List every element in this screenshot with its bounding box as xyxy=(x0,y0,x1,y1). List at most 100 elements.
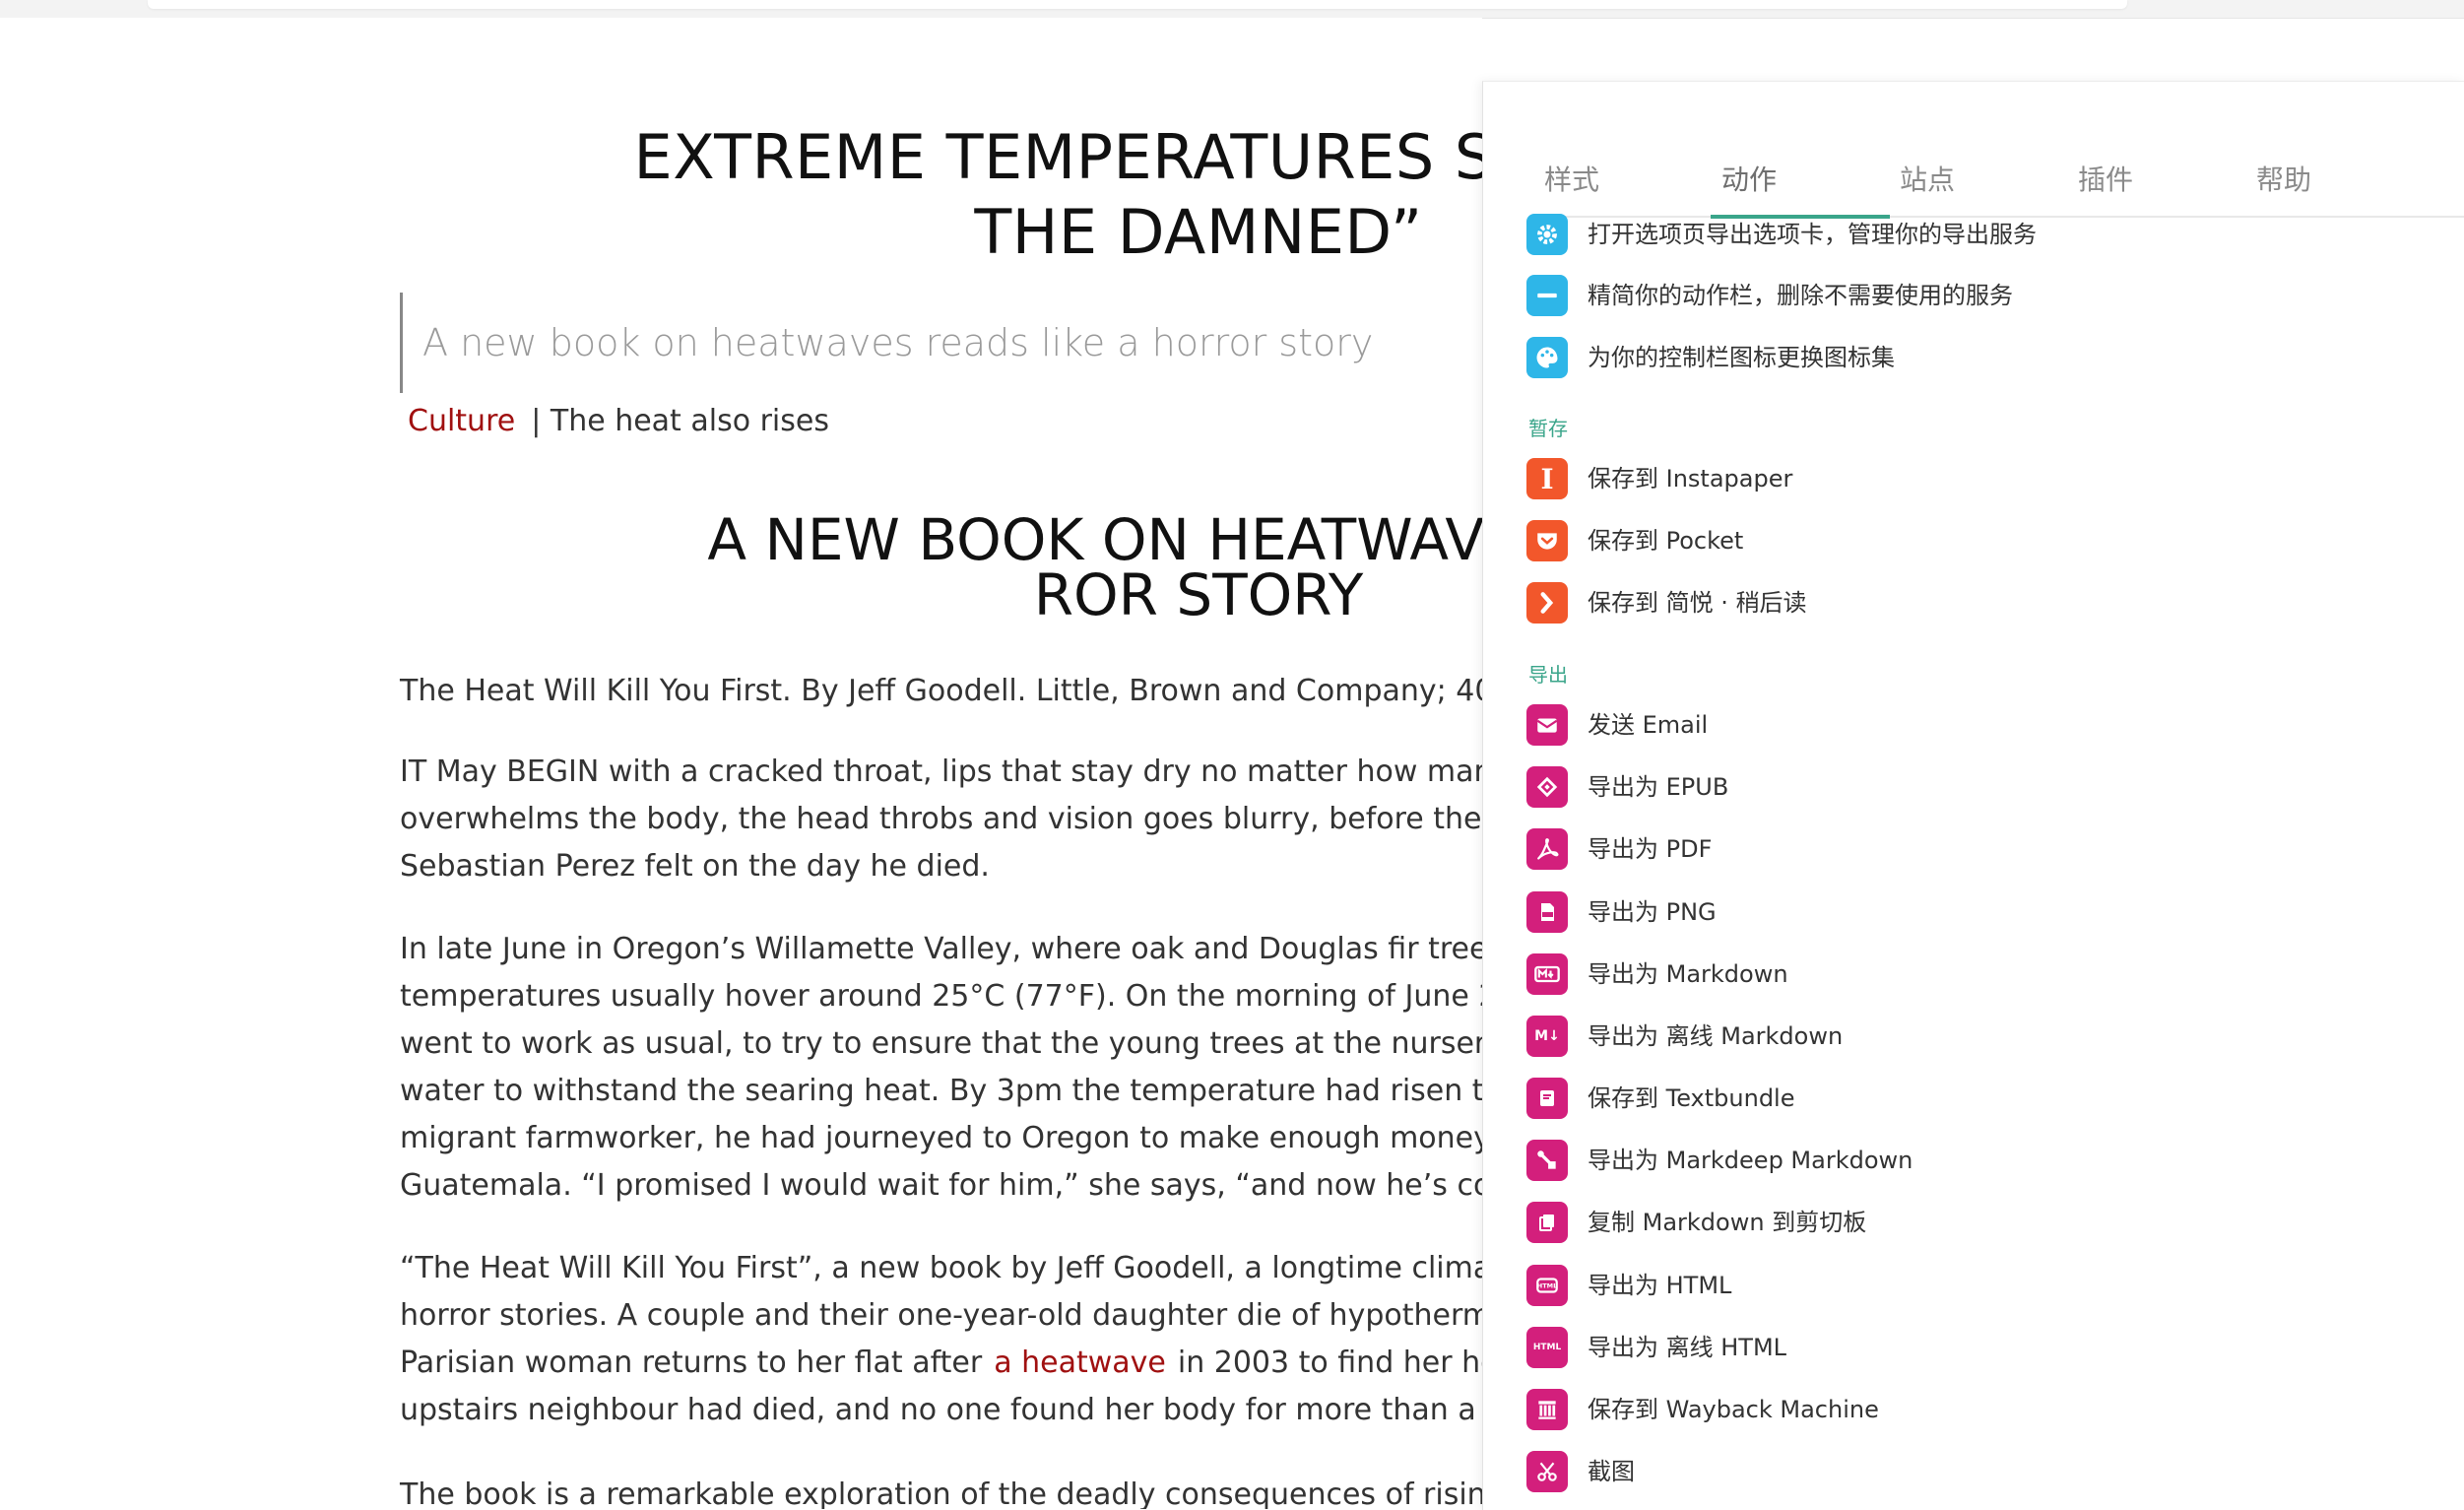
panel-tabs: 样式 动作 站点 插件 帮助 xyxy=(1483,82,2419,218)
wayback-icon xyxy=(1526,1389,1568,1430)
action-label: 导出为 PNG xyxy=(1588,898,1717,926)
action-offline-html[interactable]: HTML 导出为 离线 HTML xyxy=(1526,1322,1786,1373)
article-title: EXTREME TEMPERATURES SEPARATE THE DAMNED… xyxy=(400,120,1482,270)
markdeep-icon xyxy=(1526,1140,1568,1181)
action-label: 保存到 Textbundle xyxy=(1588,1084,1795,1112)
tab-plugins[interactable]: 插件 xyxy=(2017,161,2194,200)
action-markdown[interactable]: 导出为 Markdown xyxy=(1526,949,1788,1000)
section-title-save: 暂存 xyxy=(1528,417,1568,440)
action-label: 保存到 简悦 · 稍后读 xyxy=(1588,589,1807,617)
scissors-icon xyxy=(1526,1451,1568,1492)
action-label: 发送 Email xyxy=(1588,711,1709,739)
paragraph-2: IT May BEGIN with a cracked throat, lips… xyxy=(400,749,1482,890)
action-label: 精简你的动作栏，删除不需要使用的服务 xyxy=(1588,282,2013,309)
action-pdf[interactable]: 导出为 PDF xyxy=(1526,823,1712,875)
paragraph-1: The Heat Will Kill You First. By Jeff Go… xyxy=(400,674,1482,708)
browser-top-strip xyxy=(0,0,2464,19)
article-heading: A NEW BOOK ON HEATWAVES REA ROR STORY xyxy=(400,511,1482,624)
tab-sites[interactable]: 站点 xyxy=(1839,161,2016,200)
markdown-icon xyxy=(1526,953,1568,995)
browser-tab-strip xyxy=(148,0,2127,9)
action-label: 导出为 Markdown xyxy=(1588,960,1788,988)
epub-icon xyxy=(1526,766,1568,808)
action-label: 导出为 Markdeep Markdown xyxy=(1588,1147,1913,1174)
paragraph-line: overwhelms the body, the head throbs and… xyxy=(400,802,1482,836)
paragraph-line: temperatures usually hover around 25°C (… xyxy=(400,979,1482,1014)
action-png[interactable]: 导出为 PNG xyxy=(1526,886,1717,938)
action-label: 截图 xyxy=(1588,1458,1635,1485)
action-label: 保存到 Wayback Machine xyxy=(1588,1396,1879,1423)
pocket-icon xyxy=(1526,520,1568,561)
action-wayback[interactable]: 保存到 Wayback Machine xyxy=(1526,1384,1879,1435)
action-copy-markdown[interactable]: 复制 Markdown 到剪切板 xyxy=(1526,1197,1866,1248)
paragraph-line: IT May BEGIN with a cracked throat, lips… xyxy=(400,755,1482,789)
action-change-icons[interactable]: 为你的控制栏图标更换图标集 xyxy=(1526,332,1895,383)
section-title-export: 导出 xyxy=(1528,663,1568,687)
meta-separator: | xyxy=(531,404,542,438)
tab-style[interactable]: 样式 xyxy=(1483,161,1660,200)
action-screenshot[interactable]: 截图 xyxy=(1526,1446,1635,1497)
action-html[interactable]: HTML 导出为 HTML xyxy=(1526,1260,1731,1311)
email-icon xyxy=(1526,704,1568,746)
action-label: 导出为 PDF xyxy=(1588,835,1713,863)
action-label: 复制 Markdown 到剪切板 xyxy=(1588,1209,1867,1236)
paragraph-line: “The Heat Will Kill You First”, a new bo… xyxy=(400,1251,1482,1285)
paragraph-line: upstairs neighbour had died, and no one … xyxy=(400,1393,1482,1427)
action-instapaper[interactable]: I 保存到 Instapaper xyxy=(1526,453,1792,504)
action-email[interactable]: 发送 Email xyxy=(1526,699,1708,751)
gear-icon xyxy=(1526,214,1568,255)
paragraph-3: In late June in Oregon’s Willamette Vall… xyxy=(400,926,1482,1210)
action-label: 为你的控制栏图标更换图标集 xyxy=(1588,344,1895,371)
paragraph-line: water to withstand the searing heat. By … xyxy=(400,1074,1482,1108)
paragraph-4: “The Heat Will Kill You First”, a new bo… xyxy=(400,1245,1482,1434)
read-later-icon xyxy=(1526,582,1568,624)
article-view: EXTREME TEMPERATURES SEPARATE THE DAMNED… xyxy=(0,18,1482,1509)
paragraph-line: In late June in Oregon’s Willamette Vall… xyxy=(400,932,1482,966)
action-label: 导出为 EPUB xyxy=(1588,773,1729,801)
action-markdeep[interactable]: 导出为 Markdeep Markdown xyxy=(1526,1135,1913,1186)
actions-panel: 样式 动作 站点 插件 帮助 打开选项页导出选项卡，管理你的导出服务 精简你的动… xyxy=(1482,81,2464,1510)
svg-text:HTML: HTML xyxy=(1537,1282,1557,1290)
pdf-icon xyxy=(1526,828,1568,870)
action-label: 导出为 离线 HTML xyxy=(1588,1334,1787,1361)
textbundle-icon xyxy=(1526,1078,1568,1119)
action-simplify-bar[interactable]: 精简你的动作栏，删除不需要使用的服务 xyxy=(1526,270,2013,321)
action-label: 导出为 HTML xyxy=(1588,1272,1732,1299)
title-line-1: EXTREME TEMPERATURES SEPARATE xyxy=(633,121,1482,193)
paragraph-line: Guatemala. “I promised I would wait for … xyxy=(400,1168,1482,1203)
offline-html-icon: HTML xyxy=(1526,1327,1568,1368)
png-icon xyxy=(1526,891,1568,933)
paragraph-line: migrant farmworker, he had journeyed to … xyxy=(400,1121,1482,1155)
html-icon: HTML xyxy=(1526,1265,1568,1306)
copy-icon xyxy=(1526,1202,1568,1243)
action-textbundle[interactable]: 保存到 Textbundle xyxy=(1526,1073,1795,1124)
action-pocket[interactable]: 保存到 Pocket xyxy=(1526,515,1743,566)
paragraph-line: went to work as usual, to try to ensure … xyxy=(400,1026,1482,1061)
tab-help[interactable]: 帮助 xyxy=(2195,161,2372,200)
minus-icon xyxy=(1526,275,1568,316)
tab-actions[interactable]: 动作 xyxy=(1660,161,1838,200)
paragraph-line: in 2003 to find her home xyxy=(1177,1346,1482,1380)
paragraph-line: Sebastian Perez felt on the day he died. xyxy=(400,849,990,884)
action-label: 保存到 Instapaper xyxy=(1588,465,1793,492)
paragraph-line: horror stories. A couple and their one-y… xyxy=(400,1298,1482,1333)
action-open-options[interactable]: 打开选项页导出选项卡，管理你的导出服务 xyxy=(1526,209,2037,260)
action-offline-markdown[interactable]: M↓ 导出为 离线 Markdown xyxy=(1526,1011,1843,1062)
action-label: 保存到 Pocket xyxy=(1588,527,1744,555)
action-epub[interactable]: 导出为 EPUB xyxy=(1526,761,1728,813)
palette-icon xyxy=(1526,337,1568,378)
category-link[interactable]: Culture xyxy=(408,404,515,438)
action-label: 打开选项页导出选项卡，管理你的导出服务 xyxy=(1588,221,2037,248)
instapaper-icon: I xyxy=(1526,458,1568,499)
offline-markdown-icon: M↓ xyxy=(1526,1016,1568,1057)
heading-line-2: ROR STORY xyxy=(1033,561,1364,628)
action-label: 导出为 离线 Markdown xyxy=(1588,1022,1844,1050)
article-meta: Culture | The heat also rises xyxy=(408,402,829,441)
title-line-2: THE DAMNED” xyxy=(974,196,1423,268)
heatwave-link[interactable]: a heatwave xyxy=(994,1346,1166,1380)
paragraph-5: The book is a remarkable exploration of … xyxy=(400,1477,1482,1509)
paragraph-line: Parisian woman returns to her flat after xyxy=(400,1346,983,1380)
article-subtitle-quote: A new book on heatwaves reads like a hor… xyxy=(400,293,1482,393)
section-label: The heat also rises xyxy=(550,404,829,438)
action-read-later[interactable]: 保存到 简悦 · 稍后读 xyxy=(1526,577,1807,628)
